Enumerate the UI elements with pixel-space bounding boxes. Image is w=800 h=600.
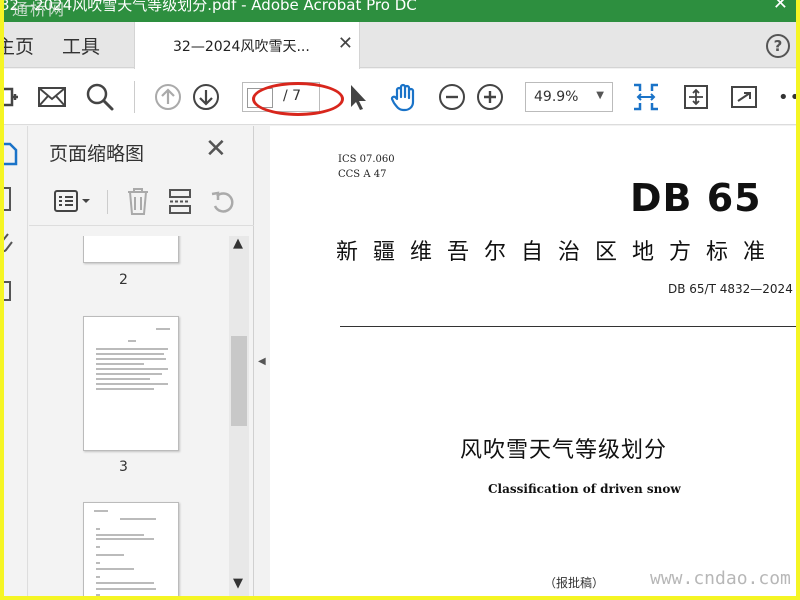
thumbnails-toolbar xyxy=(29,176,254,226)
toolbar-separator xyxy=(134,81,135,113)
annotation-ellipse xyxy=(252,82,344,116)
thumbnail-content xyxy=(96,328,170,390)
collapse-panel-icon[interactable]: ◀ xyxy=(258,356,268,370)
doc-ccs: CCS A 47 xyxy=(338,169,387,180)
email-icon[interactable] xyxy=(36,81,68,113)
tab-close-icon[interactable]: ✕ xyxy=(338,33,353,54)
zoom-value: 49.9% xyxy=(534,89,579,105)
next-page-icon[interactable] xyxy=(190,81,222,113)
tab-document-label: 32—2024风吹雪天... xyxy=(173,39,310,55)
document-view[interactable]: ICS 07.060 CCS A 47 DB 65 新疆维吾尔自治区地方标准 D… xyxy=(270,126,796,596)
toolbar: / 7 49.9% ▼ • xyxy=(4,69,796,125)
thumbnail-options-icon[interactable] xyxy=(53,188,93,214)
thumbnail-page[interactable] xyxy=(83,236,179,263)
thumbnail-page-number: 2 xyxy=(119,272,128,288)
thumbnails-title: 页面缩略图 xyxy=(49,143,145,165)
bookmarks-icon[interactable] xyxy=(4,186,18,212)
thumbnails-list: 2 3 xyxy=(29,236,229,596)
doc-draft-label: （报批稿） xyxy=(544,576,605,590)
title-bar: 32—2024风吹雪天气等级划分.pdf - Adobe Acrobat Pro… xyxy=(4,0,796,22)
more-tools-icon[interactable]: ••• xyxy=(778,87,796,108)
delete-page-icon[interactable] xyxy=(125,186,151,216)
tab-document[interactable]: 32—2024风吹雪天... ✕ xyxy=(134,22,360,69)
scrollbar-thumb[interactable] xyxy=(231,336,247,426)
scroll-up-icon[interactable]: ▲ xyxy=(233,236,243,251)
thumbnails-scrollbar[interactable]: ▲ ▼ xyxy=(229,236,249,596)
select-cursor-icon[interactable] xyxy=(342,81,374,113)
doc-subtitle: Classification of driven snow xyxy=(488,482,681,496)
chevron-down-icon: ▼ xyxy=(596,90,604,101)
tab-bar: 主页 工具 32—2024风吹雪天... ✕ ? xyxy=(4,22,796,69)
search-icon[interactable] xyxy=(84,81,116,113)
doc-standard-name: 新疆维吾尔自治区地方标准 xyxy=(336,240,781,265)
window-close-icon[interactable]: ✕ xyxy=(773,0,788,13)
zoom-select[interactable]: 49.9% ▼ xyxy=(525,82,613,112)
scroll-down-icon[interactable]: ▼ xyxy=(233,576,243,591)
tab-home[interactable]: 主页 xyxy=(4,32,34,59)
full-screen-icon[interactable] xyxy=(728,81,760,113)
fit-page-icon[interactable] xyxy=(680,81,712,113)
create-pdf-icon[interactable] xyxy=(4,81,22,113)
insert-page-icon[interactable] xyxy=(167,186,193,216)
thumbnail-page[interactable] xyxy=(83,316,179,451)
thumbnails-panel: 页面缩略图 ✕ 2 3 ▲ ▼ xyxy=(29,126,254,596)
page-thumbnails-icon[interactable] xyxy=(4,140,18,166)
watermark-top: 通桥网 xyxy=(12,0,67,19)
help-icon[interactable]: ? xyxy=(766,34,790,58)
app-window: 32—2024风吹雪天气等级划分.pdf - Adobe Acrobat Pro… xyxy=(4,0,796,596)
thumbnail-toolbar-separator xyxy=(107,190,108,214)
fit-width-icon[interactable] xyxy=(630,81,662,113)
zoom-out-icon[interactable] xyxy=(436,81,468,113)
attachments-icon[interactable] xyxy=(4,230,18,256)
thumbnail-page[interactable] xyxy=(83,502,179,596)
doc-divider xyxy=(340,326,796,327)
watermark-bottom: www.cndao.com xyxy=(650,568,791,589)
prev-page-icon[interactable] xyxy=(152,81,184,113)
navigation-strip xyxy=(4,126,28,596)
zoom-in-icon[interactable] xyxy=(474,81,506,113)
doc-title: 风吹雪天气等级划分 xyxy=(460,438,668,463)
doc-ics: ICS 07.060 xyxy=(338,154,395,165)
thumbnail-page-number: 3 xyxy=(119,459,128,475)
thumbnail-content xyxy=(94,510,156,596)
layers-icon[interactable] xyxy=(4,276,18,302)
close-panel-icon[interactable]: ✕ xyxy=(205,134,227,164)
hand-tool-icon[interactable] xyxy=(388,81,420,113)
rotate-page-icon[interactable] xyxy=(209,188,237,216)
doc-db-logo: DB 65 xyxy=(630,176,762,220)
tab-tools[interactable]: 工具 xyxy=(62,32,100,59)
doc-standard-code: DB 65/T 4832—2024 xyxy=(668,282,793,296)
